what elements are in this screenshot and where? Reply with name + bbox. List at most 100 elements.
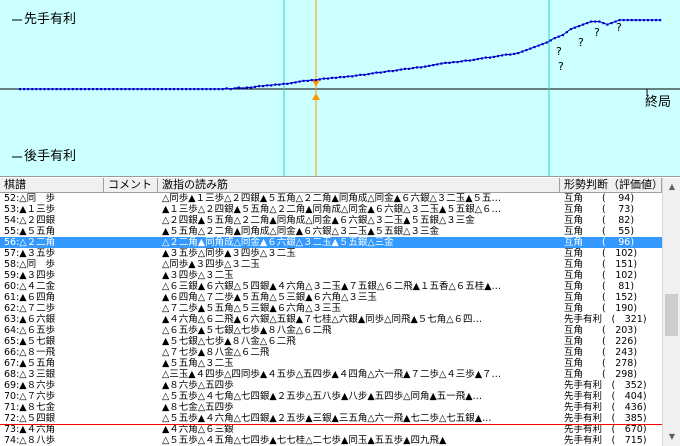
row-move: 71:▲８七金 xyxy=(4,402,56,413)
table-row[interactable]: 61:▲６四角 ▲６四角△７二歩▲５五角△５三銀▲６六角△３三玉 互角 ( 152) xyxy=(0,292,662,303)
table-row[interactable]: 56:△２二角 △２二角▲同角成△同金▲６六銀△３二玉▲５五銀△三金 互角 ( 96… xyxy=(0,237,662,248)
data-point xyxy=(201,88,204,91)
data-point xyxy=(75,88,78,91)
data-point xyxy=(347,75,350,78)
row-eval: 互角 ( 152) xyxy=(564,292,638,303)
table-row[interactable]: 73:▲４六角 ▲４六角△６三銀 先手有利 ( 670) xyxy=(0,424,662,435)
data-point xyxy=(573,26,577,29)
data-point xyxy=(334,76,338,79)
table-row[interactable]: 59:▲３四歩 ▲３四歩△３二玉 互角 ( 102) xyxy=(0,270,662,281)
vertical-scrollbar[interactable]: ▲ ▼ xyxy=(662,178,680,446)
data-point xyxy=(43,88,46,91)
table-row[interactable]: 62:△７二歩 △７二歩▲５五角△５三銀▲６六角△３三玉 互角 ( 190) xyxy=(0,303,662,314)
evaluation-graph[interactable]: ? ? ? ? ? 先手有利 後手有利 終局 xyxy=(0,0,680,177)
evaluation-chart: ? ? ? ? ? xyxy=(0,0,680,176)
row-line: ▲５五角△２二角▲同角成△同金▲６六銀△３二玉▲５五銀△３三金 xyxy=(162,226,439,237)
data-point xyxy=(626,19,629,22)
table-row[interactable]: 68:△３三銀 △三玉▲４四歩△四同歩▲４五歩△五四歩▲４四角△六一飛▲７二歩△４… xyxy=(0,369,662,380)
row-eval: 先手有利 ( 352) xyxy=(564,380,647,391)
move-list[interactable]: 棋譜 コメント 激指の読み筋 形勢判断（評価値） 52:△同 歩 △同歩▲１三歩△… xyxy=(0,178,680,446)
data-point xyxy=(51,88,54,91)
table-row[interactable]: 60:△４二金 △６三銀▲６六銀△５四銀▲４六角△３二玉▲７五銀△６二飛▲１五香△… xyxy=(0,281,662,292)
table-row[interactable]: 58:△同 歩 △同歩▲３四歩△３二玉 互角 ( 151) xyxy=(0,259,662,270)
table-row[interactable]: 65:▲５七銀 ▲５七銀△七歩▲８八金△６二飛 互角 ( 226) xyxy=(0,336,662,347)
data-point xyxy=(638,19,641,22)
data-point xyxy=(416,66,419,69)
data-point xyxy=(140,88,143,91)
table-row[interactable]: 57:▲３五歩 ▲３五歩△同歩▲３四歩△３二玉 互角 ( 102) xyxy=(0,248,662,259)
table-row[interactable]: 53:▲１三歩 ▲１三歩△２四銀▲５五角△２二角▲同角成△同金▲６六銀△３二玉▲５… xyxy=(0,204,662,215)
row-move: 57:▲３五歩 xyxy=(4,248,56,259)
row-line: ▲４六角△６三銀 xyxy=(162,424,234,435)
data-point xyxy=(582,23,585,26)
data-point xyxy=(67,88,70,91)
data-point xyxy=(646,19,649,22)
table-row[interactable]: 52:△同 歩 △同歩▲１三歩△２四銀▲５五角△２二角▲同角成△同金▲６六銀△３二… xyxy=(0,193,662,204)
row-eval: 互角 ( 55) xyxy=(564,226,635,237)
row-eval: 互角 ( 278) xyxy=(564,358,638,369)
data-point xyxy=(330,76,334,79)
data-point xyxy=(168,88,172,91)
data-point xyxy=(383,70,386,73)
data-point xyxy=(152,88,155,91)
scroll-down-icon[interactable]: ▼ xyxy=(664,429,680,445)
data-point xyxy=(602,22,605,25)
data-point xyxy=(541,43,544,46)
table-row[interactable]: 54:△２四銀 △２四銀▲５五角△２二角▲同角成△同金▲６六銀△３二玉▲５五銀△３… xyxy=(0,215,662,226)
data-point xyxy=(128,88,131,91)
game-end-label: 終局 xyxy=(645,95,672,110)
data-point xyxy=(428,64,431,67)
data-point xyxy=(517,52,520,55)
row-line: ▲８七金△五四歩 xyxy=(162,402,234,413)
header-comment[interactable]: コメント xyxy=(104,178,158,192)
row-eval: 互角 ( 82) xyxy=(564,215,635,226)
table-row[interactable]: 70:△７六歩 △５五歩△４七角△七四銀▲２五歩△五八歩▲八步▲五四歩△同角▲五一… xyxy=(0,391,662,402)
data-point xyxy=(100,88,103,91)
row-eval: 互角 ( 81) xyxy=(564,281,635,292)
sente-advantage-label: 先手有利 xyxy=(24,12,77,27)
row-eval: 互角 ( 73) xyxy=(564,204,635,215)
data-point xyxy=(225,87,228,90)
row-move: 55:▲５五角 xyxy=(4,226,56,237)
data-point xyxy=(371,72,374,75)
row-move: 54:△２四銀 xyxy=(4,215,56,226)
row-line: △三玉▲４四歩△四同歩▲４五歩△五四歩▲４四角△六一飛▲７二歩△４三歩▲７… xyxy=(162,369,502,380)
row-line: ▲４六角△６二飛▲６六銀△五銀▲７七桂△六銀▲同歩△同飛▲５七角△６四… xyxy=(162,314,483,325)
header-line[interactable]: 激指の読み筋 xyxy=(158,178,560,192)
table-row[interactable]: 69:▲８六歩 ▲８六歩△五四歩 先手有利 ( 352) xyxy=(0,380,662,391)
table-row[interactable]: 64:△６五歩 △６五歩▲５七銀△七歩▲８八金△６二飛 互角 ( 203) xyxy=(0,325,662,336)
scroll-thumb[interactable] xyxy=(665,294,678,336)
row-eval: 互角 ( 226) xyxy=(564,336,638,347)
row-move: 70:△７六歩 xyxy=(4,391,56,402)
table-row[interactable]: 66:△８一飛 △７七歩▲８八金△６二飛 互角 ( 243) xyxy=(0,347,662,358)
data-point xyxy=(464,59,467,62)
header-eval[interactable]: 形勢判断（評価値） xyxy=(560,178,662,192)
table-row[interactable]: 74:△８八歩 △５五歩△４五角△七四歩▲七七桂△二七歩▲同玉▲五五歩▲四九飛▲ 先… xyxy=(0,435,662,446)
table-row[interactable]: 67:▲５五角 ▲５五角△３二玉 互角 ( 278) xyxy=(0,358,662,369)
row-move: 67:▲５五角 xyxy=(4,358,56,369)
row-move: 68:△３三銀 xyxy=(4,369,56,380)
data-point xyxy=(549,39,552,42)
table-row[interactable]: 71:▲８七金 ▲８七金△五四歩 先手有利 ( 436) xyxy=(0,402,662,413)
data-point xyxy=(156,88,159,91)
data-point xyxy=(189,88,192,91)
header-move[interactable]: 棋譜 xyxy=(0,178,104,192)
row-move: 69:▲８六歩 xyxy=(4,380,56,391)
data-point xyxy=(290,82,293,85)
data-point xyxy=(274,83,277,86)
data-point xyxy=(351,75,354,78)
move-rows: 52:△同 歩 △同歩▲１三歩△２四銀▲５五角△２二角▲同角成△同金▲６六銀△３二… xyxy=(0,193,662,446)
data-point xyxy=(83,88,86,91)
data-point xyxy=(229,88,232,91)
data-point xyxy=(104,88,107,91)
row-move: 61:▲６四角 xyxy=(4,292,56,303)
data-point xyxy=(253,85,257,88)
scroll-up-icon[interactable]: ▲ xyxy=(664,179,680,195)
table-row[interactable]: 63:▲６六銀 ▲４六角△６二飛▲６六銀△五銀▲７七桂△六銀▲同歩△同飛▲５七角△… xyxy=(0,314,662,325)
row-move: 65:▲５七銀 xyxy=(4,336,56,347)
data-point xyxy=(501,54,504,57)
table-row[interactable]: 55:▲５五角 ▲５五角△２二角▲同角成△同金▲６六銀△３二玉▲５五銀△３三金 互角… xyxy=(0,226,662,237)
data-point xyxy=(318,78,321,81)
table-row[interactable]: 72:△５四銀 △５五歩▲４六角△七四銀▲２五歩▲三銀▲三五角△六一飛▲七二歩△七… xyxy=(0,413,662,424)
data-point xyxy=(411,67,415,70)
